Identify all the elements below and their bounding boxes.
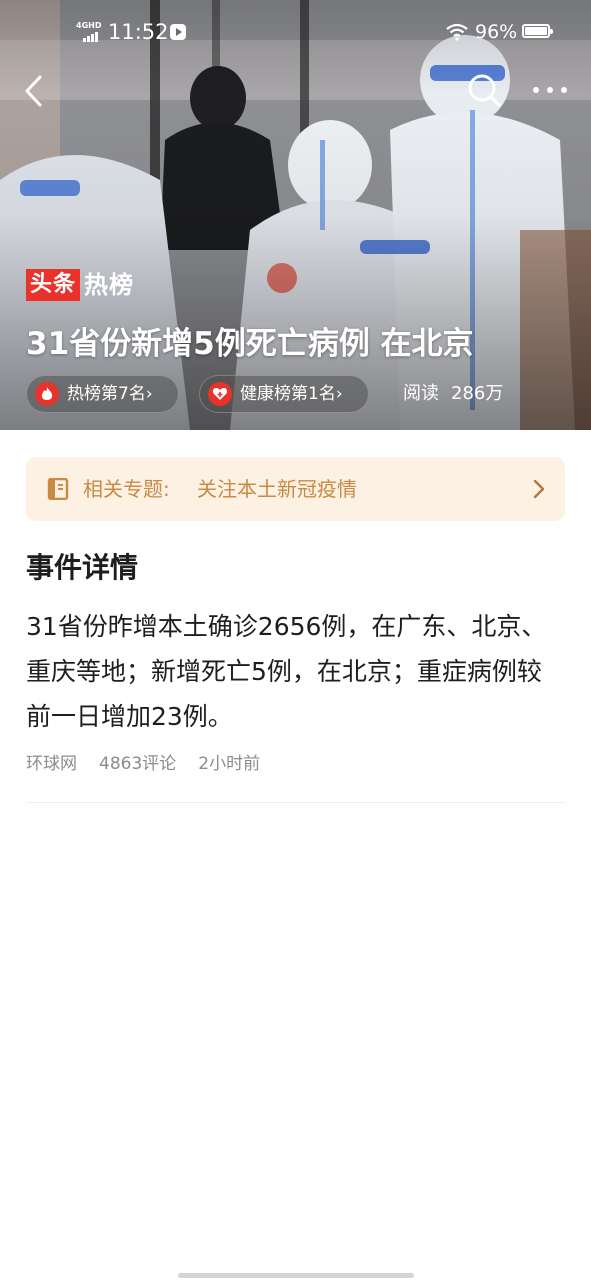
heart-plus-icon bbox=[208, 382, 232, 406]
health-rank-chip[interactable]: 健康榜第1名 › bbox=[199, 375, 369, 413]
comment-count[interactable]: 4863评论 bbox=[99, 754, 176, 774]
hot-rank-chip[interactable]: 热榜第7名 › bbox=[26, 375, 179, 413]
brand-text-label: 热榜 bbox=[84, 271, 135, 299]
topic-title: 关注本土新冠疫情 bbox=[197, 477, 357, 501]
published-time: 2小时前 bbox=[198, 754, 261, 774]
back-arrow-icon[interactable] bbox=[20, 74, 48, 108]
read-label: 阅读 bbox=[403, 383, 439, 404]
battery-icon bbox=[522, 24, 553, 38]
hot-rank-chevron: › bbox=[145, 384, 153, 404]
read-count: 阅读 286万 bbox=[403, 375, 503, 413]
hot-rank-label: 热榜第7名 bbox=[67, 384, 146, 404]
read-value: 286万 bbox=[451, 383, 504, 404]
headline: 31省份新增5例死亡病例 在北京 bbox=[26, 326, 474, 362]
topic-label: 相关专题: bbox=[83, 477, 170, 501]
book-icon bbox=[47, 478, 69, 500]
brand-box-label: 头条 bbox=[26, 269, 81, 301]
battery-percent: 96% bbox=[475, 21, 518, 43]
more-dots-icon[interactable] bbox=[530, 80, 570, 100]
hero-banner: 4GHD 11:52 96% 头条 热榜 31省份新增5例死亡病例 在北京 热榜… bbox=[0, 0, 591, 430]
home-indicator[interactable] bbox=[178, 1273, 414, 1278]
status-bar: 4GHD 11:52 96% bbox=[0, 14, 591, 50]
status-time: 11:52 bbox=[108, 20, 169, 44]
article-meta: 环球网 4863评论 2小时前 bbox=[26, 750, 282, 778]
chevron-right-icon bbox=[533, 479, 545, 499]
health-rank-chevron: › bbox=[335, 384, 343, 404]
fire-icon bbox=[35, 382, 59, 406]
divider bbox=[26, 802, 566, 803]
hotlist-brand: 头条 热榜 bbox=[26, 268, 134, 302]
media-play-icon bbox=[170, 24, 186, 40]
source-label[interactable]: 环球网 bbox=[26, 754, 77, 774]
rank-chips: 热榜第7名 › 健康榜第1名 › 阅读 286万 bbox=[26, 375, 586, 413]
search-icon[interactable] bbox=[466, 72, 502, 108]
related-topic-card[interactable]: 相关专题: 关注本土新冠疫情 bbox=[26, 457, 565, 521]
health-rank-label: 健康榜第1名 bbox=[240, 384, 336, 404]
network-type: 4GHD bbox=[76, 21, 102, 30]
event-details-title: 事件详情 bbox=[26, 551, 139, 584]
event-summary: 31省份昨增本土确诊2656例，在广东、北京、重庆等地；新增死亡5例，在北京；重… bbox=[26, 612, 547, 731]
wifi-icon bbox=[446, 23, 468, 41]
